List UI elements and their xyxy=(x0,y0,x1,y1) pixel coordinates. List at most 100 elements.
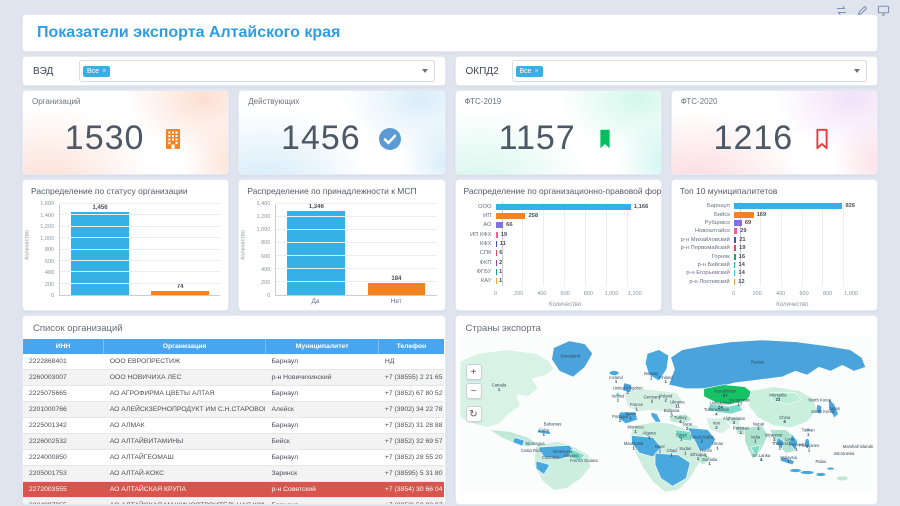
column-header-phone[interactable]: Телефон xyxy=(379,339,444,354)
axis-tick-label: 600 xyxy=(561,291,570,297)
export-countries-card: Страны экспорта + − ↻ xyxy=(455,315,879,505)
kpi-fts-2019: ФТС-2019 1157 xyxy=(455,90,662,175)
bar-row[interactable]: ООО1,166 xyxy=(462,202,653,211)
column-header-municipality[interactable]: Муниципалитет xyxy=(265,339,378,354)
bar[interactable] xyxy=(496,260,497,266)
connections-icon[interactable] xyxy=(835,4,848,17)
bar[interactable] xyxy=(496,204,631,210)
bar-row[interactable]: Новоалтайск29 xyxy=(678,227,869,235)
bar-row[interactable]: ИП КФХ19 xyxy=(462,230,653,239)
table-row[interactable]: 2226002532АО АЛТАЙВИТАМИНЫБийск+7 (3852)… xyxy=(23,434,444,450)
bar[interactable] xyxy=(734,228,737,234)
x-category-label xyxy=(70,298,128,308)
bar-row[interactable]: КАУ1 xyxy=(462,277,653,286)
bar[interactable] xyxy=(734,203,843,209)
bar[interactable] xyxy=(496,241,497,247)
plot-area[interactable]: ООО1,166ИП258АО66ИП КФХ19КФХ11СПК6ФКП2ФГ… xyxy=(462,202,653,286)
table-cell: +7 (3852) 67 80 52 xyxy=(379,386,444,402)
axis-tick-label: 400 xyxy=(261,267,270,273)
table-row[interactable]: 2224000850АО АЛТАЙГЕОМАШБарнаул+7 (3852)… xyxy=(23,450,444,466)
bar-row[interactable]: р-н Михайловский21 xyxy=(678,236,869,244)
bar-row[interactable]: ФГБУ1 xyxy=(462,267,653,276)
filter-okpd2: ОКПД2 Все× xyxy=(455,56,879,86)
bar[interactable] xyxy=(496,222,504,228)
bar-row[interactable]: СПК6 xyxy=(462,249,653,258)
filter-okpd2-chip[interactable]: Все× xyxy=(516,66,543,77)
filter-okpd2-select[interactable]: Все× xyxy=(512,60,868,82)
x-category-label: Нет xyxy=(367,298,425,308)
bar-row[interactable]: р-н Первомайский19 xyxy=(678,244,869,252)
bar-row[interactable]: АО66 xyxy=(462,221,653,230)
column-header-inn[interactable]: ИНН xyxy=(23,339,104,354)
map-country-label: Marshall Islands xyxy=(842,444,872,449)
bar[interactable] xyxy=(734,279,735,285)
bar-value-label: 14 xyxy=(738,262,744,268)
filter-ved-select[interactable]: Все× xyxy=(79,60,435,82)
bar[interactable] xyxy=(496,250,497,256)
plot-area[interactable]: 1,346184 xyxy=(276,204,436,295)
bar-track: 12 xyxy=(734,278,851,286)
kpi-value: 1216 xyxy=(714,119,794,158)
bar-row[interactable]: р-н Бийский 14 xyxy=(678,261,869,269)
bar[interactable] xyxy=(496,213,526,219)
y-category-label: р-н Бийский xyxy=(678,262,734,268)
bar-value-label: 258 xyxy=(528,213,538,219)
table-cell: АО АЛТАЙГЕОМАШ xyxy=(104,450,266,466)
bar[interactable] xyxy=(734,237,736,243)
table-row[interactable]: 2225075665АО АГРОФИРМА ЦВЕТЫ АЛТАЯБарнау… xyxy=(23,386,444,402)
bar[interactable] xyxy=(151,291,209,295)
bar-row[interactable]: Горняк16 xyxy=(678,252,869,260)
bar[interactable] xyxy=(734,245,736,251)
chip-close-icon[interactable]: × xyxy=(102,68,106,75)
chip-close-icon[interactable]: × xyxy=(535,68,539,75)
bar[interactable] xyxy=(734,254,736,260)
bar[interactable] xyxy=(734,212,754,218)
plot-area[interactable]: Барнаул926Бийск169Рубцовск69Новоалтайск2… xyxy=(678,202,869,286)
bar-row[interactable]: Барнаул926 xyxy=(678,202,869,210)
world-map[interactable]: GreenlandCanada1Iceland1Norway1Finland1U… xyxy=(460,336,873,494)
bar-value-label: 169 xyxy=(757,212,767,218)
table-row[interactable]: 2224097955АО АЛТАЙСКАЯ МАШИНОСТРОИТЕЛЬНА… xyxy=(23,498,444,506)
bar[interactable] xyxy=(496,269,497,275)
table-row[interactable]: 2205001753АО АЛТАЙ-КОКСЗаринск+7 (38595)… xyxy=(23,466,444,482)
table-cell: АО АГРОФИРМА ЦВЕТЫ АЛТАЯ xyxy=(104,386,266,402)
plot-area[interactable]: 1,45674 xyxy=(60,204,220,295)
bar-row[interactable]: Рубцовск69 xyxy=(678,219,869,227)
y-category-label: ИП КФХ xyxy=(462,232,496,238)
bar[interactable] xyxy=(734,220,742,226)
table-row[interactable]: 2201000766АО АЛЕЙСКЗЕРНОПРОДУКТ ИМ С.Н.С… xyxy=(23,402,444,418)
filter-ved-chip[interactable]: Все× xyxy=(83,66,110,77)
bar[interactable] xyxy=(496,278,497,284)
bookmark-outline-icon xyxy=(809,126,835,152)
map-zoom-in-button[interactable]: + xyxy=(466,364,482,380)
bar-row[interactable]: КФХ11 xyxy=(462,239,653,248)
map-country-label: Micronesia xyxy=(834,451,855,456)
bar[interactable] xyxy=(496,232,498,238)
bar-row[interactable]: ФКП2 xyxy=(462,258,653,267)
table-row[interactable]: 2225001342АО АЛМАКБарнаул+7 (3852) 31 28… xyxy=(23,418,444,434)
bar[interactable] xyxy=(287,211,345,295)
table-cell: +7 (3854) 30 66 04 xyxy=(379,482,444,498)
bar-row[interactable]: р-н Егорьевский14 xyxy=(678,269,869,277)
bar-value-label: 1,166 xyxy=(634,204,649,210)
column-header-organization[interactable]: Организация xyxy=(104,339,266,354)
map-reset-button[interactable]: ↻ xyxy=(466,406,482,422)
edit-pencil-icon[interactable] xyxy=(856,4,869,17)
display-icon[interactable] xyxy=(877,4,890,17)
y-category-label: р-н Михайловский xyxy=(678,237,734,243)
table-row[interactable]: 2260003007ООО НОВИЧИХА ЛЕСр-н Новичихинс… xyxy=(23,370,444,386)
bar-row[interactable]: ИП258 xyxy=(462,211,653,220)
gridline xyxy=(60,260,220,261)
bar[interactable] xyxy=(368,283,426,295)
map-country-label: Colombia xyxy=(541,455,559,460)
bar[interactable] xyxy=(734,270,736,276)
bar[interactable] xyxy=(734,262,736,268)
axis-tick-label: 1,400 xyxy=(40,213,54,219)
y-category-label: р-н Первомайский xyxy=(678,245,734,251)
axis-tick-label: 200 xyxy=(753,291,762,297)
bar-row[interactable]: р-н Локтевский12 xyxy=(678,278,869,286)
bar-row[interactable]: Бийск169 xyxy=(678,210,869,218)
table-row[interactable]: 2222868401ООО ЕВРОПРЕСТИЖБарнаулНД xyxy=(23,354,444,370)
table-row[interactable]: 2272003555АО АЛТАЙСКАЯ КРУПАр-н Советски… xyxy=(23,482,444,498)
map-zoom-out-button[interactable]: − xyxy=(466,383,482,399)
